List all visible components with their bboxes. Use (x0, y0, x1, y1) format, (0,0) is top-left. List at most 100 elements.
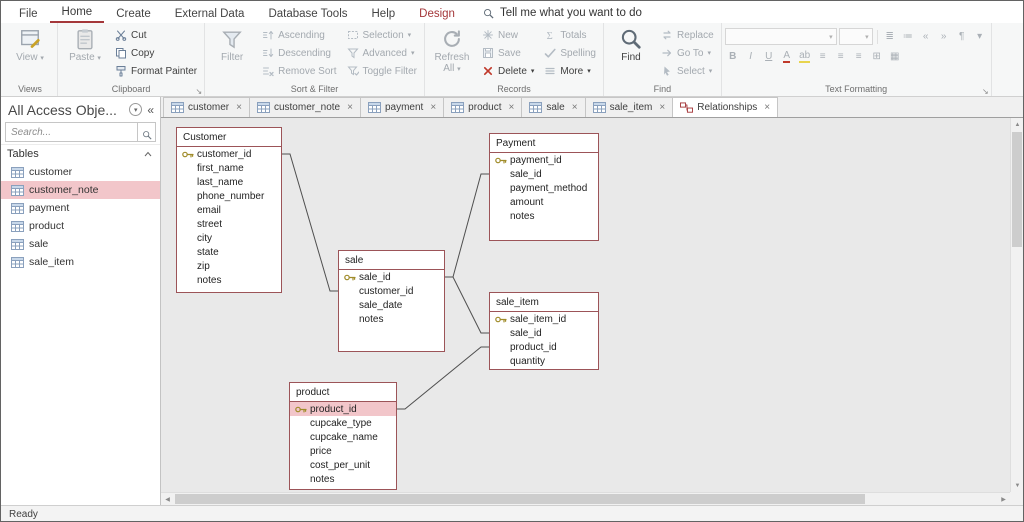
cut-button[interactable]: Cut (111, 26, 201, 44)
relationship-line[interactable] (397, 346, 489, 410)
er-field-payment-method[interactable]: payment_method (490, 181, 598, 195)
doc-tab-sale-item[interactable]: sale_item × (584, 97, 674, 117)
close-tab-icon[interactable]: × (659, 102, 665, 113)
close-tab-icon[interactable]: × (572, 102, 578, 113)
er-field-email[interactable]: email (177, 203, 281, 217)
delete-button[interactable]: Delete ▾ (478, 62, 538, 80)
er-field-phone-number[interactable]: phone_number (177, 189, 281, 203)
align-right-icon[interactable]: ≡ (851, 48, 867, 64)
er-field-notes[interactable]: notes (290, 472, 396, 486)
er-field-cost-per-unit[interactable]: cost_per_unit (290, 458, 396, 472)
er-table-product[interactable]: product product_id cupcake_type cupcake_nam… (289, 382, 397, 490)
vertical-scrollbar[interactable]: ▲ ▼ (1010, 118, 1023, 492)
er-field-sale-item-id[interactable]: sale_item_id (490, 312, 598, 326)
scroll-left-icon[interactable]: ◀ (161, 493, 174, 505)
more-button[interactable]: More ▾ (540, 62, 600, 80)
copy-button[interactable]: Copy (111, 44, 201, 62)
bold-icon[interactable]: B (725, 48, 741, 64)
selection-button[interactable]: Selection ▾ (343, 26, 421, 44)
ribbon-tab-help[interactable]: Help (360, 4, 408, 23)
er-field-sale-id[interactable]: sale_id (490, 326, 598, 340)
er-field-sale-id[interactable]: sale_id (339, 270, 444, 284)
doc-tab-customer[interactable]: customer × (163, 97, 250, 117)
remove-sort-button[interactable]: Remove Sort (258, 62, 340, 80)
er-table-title[interactable]: Payment (490, 134, 598, 153)
dialog-launcher-icon[interactable]: ↘ (982, 87, 989, 96)
align-left-icon[interactable]: ≡ (815, 48, 831, 64)
view-button[interactable]: View ▾ (6, 24, 54, 83)
relationship-line[interactable] (445, 173, 489, 278)
er-table-title[interactable]: sale_item (490, 293, 598, 312)
er-field-city[interactable]: city (177, 231, 281, 245)
er-field-customer-id[interactable]: customer_id (177, 147, 281, 161)
er-field-cupcake-name[interactable]: cupcake_name (290, 430, 396, 444)
sidebar-item-sale[interactable]: sale (1, 235, 160, 253)
horizontal-scrollbar[interactable]: ◀ ▶ (161, 492, 1010, 505)
ascending-button[interactable]: Ascending (258, 26, 340, 44)
doc-tab-payment[interactable]: payment × (359, 97, 445, 117)
format-painter-button[interactable]: Format Painter (111, 62, 201, 80)
highlight-color-icon[interactable]: ab (797, 48, 813, 64)
doc-tab-sale[interactable]: sale × (521, 97, 586, 117)
shutter-bar-icon[interactable]: « (147, 103, 154, 117)
horizontal-scroll-thumb[interactable] (175, 494, 865, 504)
nav-section-tables[interactable]: Tables (1, 144, 160, 163)
close-tab-icon[interactable]: × (509, 102, 515, 113)
numbering-icon[interactable]: ≔ (900, 29, 916, 45)
doc-tab-product[interactable]: product × (443, 97, 523, 117)
indent-increase-icon[interactable]: » (936, 29, 952, 45)
ribbon-tab-design[interactable]: Design (407, 4, 467, 23)
er-field-sale-date[interactable]: sale_date (339, 298, 444, 312)
er-field-state[interactable]: state (177, 245, 281, 259)
relationships-canvas[interactable]: Customer customer_id first_name last_name ph… (161, 118, 1010, 492)
scroll-down-icon[interactable]: ▼ (1011, 479, 1023, 492)
font-name-combo[interactable]: ▾ (724, 28, 837, 45)
er-field-price[interactable]: price (290, 444, 396, 458)
tell-me-box[interactable]: Tell me what you want to do (483, 7, 642, 23)
font-size-combo[interactable]: ▾ (838, 28, 873, 45)
paste-button[interactable]: Paste ▾ (61, 24, 109, 83)
relationship-line[interactable] (445, 276, 489, 334)
more-formats-icon[interactable]: ▾ (972, 29, 988, 45)
fill-color-icon[interactable]: ▦ (887, 48, 903, 64)
er-field-customer-id[interactable]: customer_id (339, 284, 444, 298)
sidebar-item-product[interactable]: product (1, 217, 160, 235)
indent-decrease-icon[interactable]: « (918, 29, 934, 45)
descending-button[interactable]: Descending (258, 44, 340, 62)
nav-search-box[interactable]: Search... (5, 122, 156, 142)
vertical-scroll-thumb[interactable] (1012, 132, 1022, 247)
er-field-notes[interactable]: notes (177, 273, 281, 287)
doc-tab-customer-note[interactable]: customer_note × (248, 97, 361, 117)
align-center-icon[interactable]: ≡ (833, 48, 849, 64)
sidebar-item-customer[interactable]: customer (1, 163, 160, 181)
toggle-filter-button[interactable]: Toggle Filter (343, 62, 421, 80)
er-table-title[interactable]: Customer (177, 128, 281, 147)
replace-button[interactable]: Replace (657, 26, 718, 44)
refresh-all-button[interactable]: Refresh All ▾ (428, 24, 476, 83)
er-field-payment-id[interactable]: payment_id (490, 153, 598, 167)
search-button[interactable] (137, 123, 155, 141)
ribbon-tab-file[interactable]: File (7, 4, 50, 23)
find-button[interactable]: Find (607, 24, 655, 83)
scroll-up-icon[interactable]: ▲ (1011, 118, 1023, 131)
sidebar-item-sale-item[interactable]: sale_item (1, 253, 160, 271)
dialog-launcher-icon[interactable]: ↘ (195, 87, 202, 96)
save-button[interactable]: Save (478, 44, 538, 62)
underline-icon[interactable]: U (761, 48, 777, 64)
er-table-title[interactable]: product (290, 383, 396, 402)
er-field-quantity[interactable]: quantity (490, 354, 598, 368)
scroll-right-icon[interactable]: ▶ (997, 493, 1010, 505)
ribbon-tab-create[interactable]: Create (104, 4, 163, 23)
er-table-payment[interactable]: Payment payment_id sale_id payment_method am… (489, 133, 599, 241)
er-field-amount[interactable]: amount (490, 195, 598, 209)
er-field-cupcake-type[interactable]: cupcake_type (290, 416, 396, 430)
select-button[interactable]: Select ▾ (657, 62, 718, 80)
er-field-zip[interactable]: zip (177, 259, 281, 273)
er-field-product-id[interactable]: product_id (490, 340, 598, 354)
close-tab-icon[interactable]: × (347, 102, 353, 113)
font-color-icon[interactable]: A (779, 48, 795, 64)
filter-button[interactable]: Filter (208, 24, 256, 83)
ribbon-tab-database-tools[interactable]: Database Tools (256, 4, 359, 23)
er-table-sale[interactable]: sale sale_id customer_id sale_date notes (338, 250, 445, 352)
er-table-title[interactable]: sale (339, 251, 444, 270)
